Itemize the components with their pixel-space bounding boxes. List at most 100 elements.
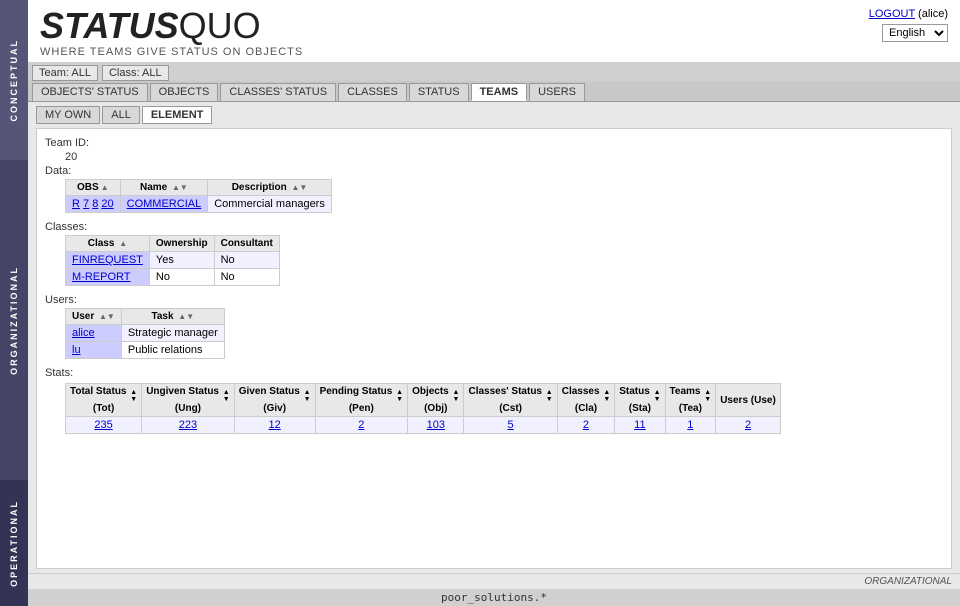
class-badge: Class: ALL [102,65,169,81]
classes-label-row: Classes: [45,221,943,233]
users-table: User ▲▼ Task ▲▼ alice Strategic manager lu… [65,308,225,359]
col-cla[interactable]: Classes ▲▼(Cla) [557,384,615,417]
language-selector-container: English French Spanish [882,24,948,42]
users-label-row: Users: [45,294,943,306]
stat-cla-link[interactable]: 2 [583,419,589,431]
col-tea[interactable]: Teams ▲▼(Tea) [665,384,716,417]
sidebar-conceptual-label: CONCEPTUAL [9,31,19,130]
tab-status[interactable]: STATUS [409,83,469,101]
stat-use-link[interactable]: 2 [745,419,751,431]
ownership-cell: No [149,269,214,286]
subtab-all[interactable]: ALL [102,106,140,124]
stat-giv-link[interactable]: 12 [269,419,281,431]
team-id-label: Team ID: [45,137,105,149]
stat-ung-link[interactable]: 223 [179,419,197,431]
col-name[interactable]: Name ▲▼ [120,180,208,196]
sidebar: CONCEPTUAL ORGANIZATIONAL OPERATIONAL [0,0,28,606]
stats-table: Total Status ▲▼(Tot) Ungiven Status ▲▼(U… [65,383,781,434]
obs-link-2[interactable]: 8 [92,198,98,210]
class-link-0[interactable]: FINREQUEST [72,254,143,266]
logout-container: LOGOUT (alice) [869,8,948,20]
team-id-value: 20 [65,151,77,163]
col-giv[interactable]: Given Status ▲▼(Giv) [234,384,315,417]
footer: ORGANIZATIONAL [28,573,960,589]
team-name-link[interactable]: COMMERCIAL [127,198,202,210]
col-user[interactable]: User ▲▼ [66,309,122,325]
logout-link[interactable]: LOGOUT [869,8,915,20]
task-cell: Public relations [121,342,224,359]
col-ung[interactable]: Ungiven Status ▲▼(Ung) [142,384,235,417]
sidebar-operational-label: OPERATIONAL [9,492,19,595]
col-tot[interactable]: Total Status ▲▼(Tot) [66,384,142,417]
tab-users[interactable]: USERS [529,83,585,101]
logo-status: STATUS [40,5,179,46]
col-pen[interactable]: Pending Status ▲▼(Pen) [315,384,408,417]
col-task[interactable]: Task ▲▼ [121,309,224,325]
stat-cst-link[interactable]: 5 [508,419,514,431]
consultant-cell: No [214,269,279,286]
col-description[interactable]: Description ▲▼ [208,180,332,196]
col-obj[interactable]: Objects ▲▼(Obj) [408,384,464,417]
subtabs: MY OWN ALL ELEMENT [28,102,960,124]
obs-link-1[interactable]: 7 [83,198,89,210]
bottombar: poor_solutions.* [28,589,960,606]
sidebar-conceptual: CONCEPTUAL [0,0,28,160]
tab-classes-status[interactable]: CLASSES' STATUS [220,83,336,101]
nav-tabs: OBJECTS' STATUS OBJECTS CLASSES' STATUS … [28,81,960,101]
content: Team ID: 20 Data: OBS▲ Name ▲▼ Descripti… [36,128,952,569]
team-description: Commercial managers [208,196,332,213]
team-id-value-row: 20 [45,151,943,163]
bottombar-text: poor_solutions.* [441,591,547,604]
language-select[interactable]: English French Spanish [882,24,948,42]
col-obs: OBS▲ [66,180,121,196]
users-label: Users: [45,294,105,306]
ownership-cell: Yes [149,252,214,269]
tab-teams[interactable]: TEAMS [471,83,528,101]
col-cst[interactable]: Classes' Status ▲▼(Cst) [464,384,557,417]
data-label-row: Data: [45,165,943,177]
classes-table: Class ▲ Ownership Consultant FINREQUEST Y… [65,235,280,286]
class-link-1[interactable]: M-REPORT [72,271,130,283]
stats-label: Stats: [45,367,105,379]
logo-quo: QUO [179,5,261,46]
obs-link-0[interactable]: R [72,198,80,210]
team-badge: Team: ALL [32,65,98,81]
sidebar-organizational-label: ORGANIZATIONAL [9,258,19,383]
classes-label: Classes: [45,221,105,233]
stat-tea-link[interactable]: 1 [687,419,693,431]
col-sta[interactable]: Status ▲▼(Sta) [615,384,665,417]
col-ownership: Ownership [149,236,214,252]
logout-user: (alice) [918,8,948,20]
tab-objects[interactable]: OBJECTS [150,83,219,101]
stat-sta-link[interactable]: 11 [634,419,645,431]
team-id-row: Team ID: [45,137,943,149]
task-cell: Strategic manager [121,325,224,342]
footer-label: ORGANIZATIONAL [864,576,952,587]
navbar: Team: ALL Class: ALL OBJECTS' STATUS OBJ… [28,63,960,102]
user-link-0[interactable]: alice [72,327,95,339]
col-class[interactable]: Class ▲ [66,236,150,252]
tab-objects-status[interactable]: OBJECTS' STATUS [32,83,148,101]
obs-link-3[interactable]: 20 [101,198,113,210]
subtab-element[interactable]: ELEMENT [142,106,213,124]
subtab-my-own[interactable]: MY OWN [36,106,100,124]
logo-subtitle: WHERE TEAMS GIVE STATUS ON OBJECTS [40,46,303,58]
logo: STATUSQUO WHERE TEAMS GIVE STATUS ON OBJ… [40,8,303,58]
data-table: OBS▲ Name ▲▼ Description ▲▼ R 7 8 20 COMM… [65,179,332,213]
user-link-1[interactable]: lu [72,344,81,356]
header: STATUSQUO WHERE TEAMS GIVE STATUS ON OBJ… [28,0,960,63]
stat-tot-link[interactable]: 235 [94,419,112,431]
consultant-cell: No [214,252,279,269]
col-consultant: Consultant [214,236,279,252]
stat-obj-link[interactable]: 103 [427,419,445,431]
col-use[interactable]: Users (Use) [716,384,781,417]
nav-badges: Team: ALL Class: ALL [28,63,960,81]
data-label: Data: [45,165,105,177]
sidebar-organizational: ORGANIZATIONAL [0,160,28,480]
stat-pen-link[interactable]: 2 [358,419,364,431]
sidebar-operational: OPERATIONAL [0,480,28,606]
stats-label-row: Stats: [45,367,943,379]
logo-title: STATUSQUO [40,8,303,44]
header-right: LOGOUT (alice) English French Spanish [869,8,948,42]
tab-classes[interactable]: CLASSES [338,83,407,101]
